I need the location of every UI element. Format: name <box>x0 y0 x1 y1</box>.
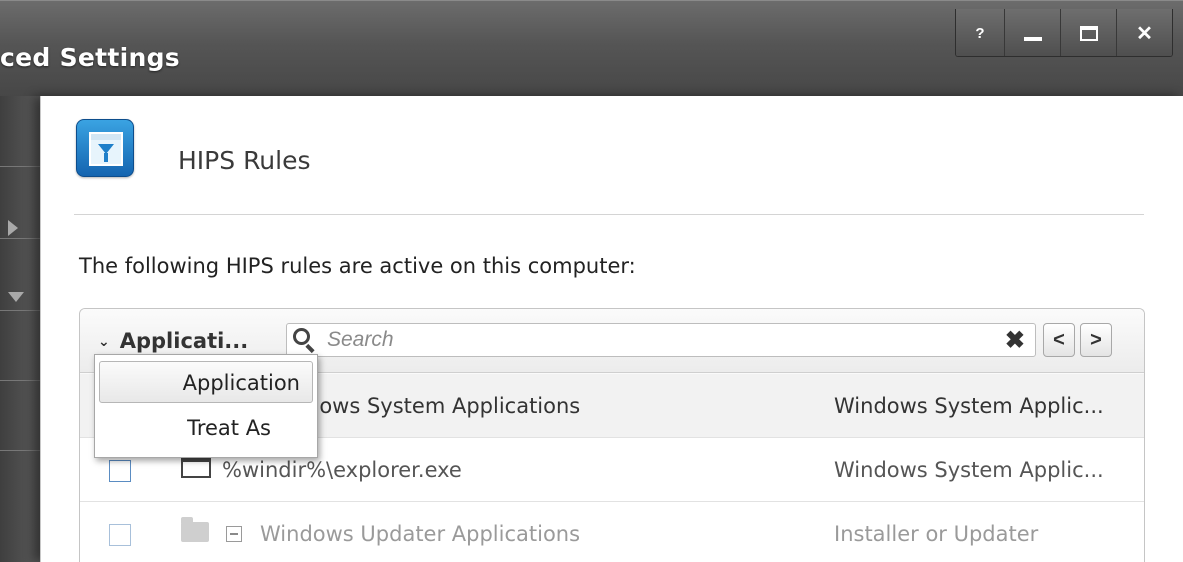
window-controls: ? ✕ <box>955 9 1173 57</box>
expand-arrow-icon[interactable] <box>8 220 18 236</box>
rule-name: %windir%\explorer.exe <box>222 458 462 482</box>
maximize-icon <box>1079 25 1098 41</box>
column-selector-label: Applicati... <box>119 329 249 353</box>
collapse-arrow-icon[interactable] <box>8 292 24 302</box>
minimize-button[interactable] <box>1004 9 1060 56</box>
left-navigation-strip <box>0 96 40 562</box>
rule-name: dows System Applications <box>306 394 581 418</box>
close-icon: ✕ <box>1136 22 1153 45</box>
nav-divider <box>0 450 40 451</box>
nav-divider <box>0 238 40 239</box>
search-placeholder: Search <box>327 328 394 351</box>
next-button[interactable]: > <box>1080 323 1112 357</box>
maximize-button[interactable] <box>1060 9 1116 56</box>
clear-search-icon[interactable]: ✖ <box>1005 326 1025 355</box>
search-icon <box>293 328 310 345</box>
window-title: ced Settings <box>0 43 180 72</box>
page-title: HIPS Rules <box>178 146 311 175</box>
previous-button[interactable]: < <box>1043 323 1075 357</box>
content-panel: HIPS Rules The following HIPS rules are … <box>40 96 1183 562</box>
chevron-left-icon: < <box>1053 328 1065 351</box>
rule-group: Windows System Applic... <box>834 394 1104 418</box>
rule-group: Installer or Updater <box>834 522 1039 546</box>
nav-divider <box>0 380 40 381</box>
folder-icon <box>181 517 209 542</box>
close-button[interactable]: ✕ <box>1116 9 1172 56</box>
menu-item-application[interactable]: Application <box>99 361 313 403</box>
rule-name: Windows Updater Applications <box>260 522 581 546</box>
header-divider <box>74 214 1144 215</box>
menu-item-treat-as[interactable]: Treat As <box>99 407 313 449</box>
nav-divider <box>0 166 40 167</box>
chevron-down-icon: ⌄ <box>98 334 110 350</box>
column-selector-dropdown[interactable]: ⌄ Applicati... <box>98 329 248 353</box>
column-selector-menu: Application Treat As <box>94 354 318 458</box>
row-checkbox[interactable] <box>109 524 131 546</box>
row-checkbox[interactable] <box>109 460 131 482</box>
search-input[interactable]: Search ✖ <box>286 323 1036 357</box>
hips-rules-icon <box>76 119 134 177</box>
application-icon <box>181 456 211 478</box>
rule-group: Windows System Applic... <box>834 458 1104 482</box>
help-icon: ? <box>975 24 985 42</box>
minimize-icon <box>1023 37 1042 41</box>
help-button[interactable]: ? <box>956 9 1004 56</box>
table-row[interactable]: Windows Updater Applications Installer o… <box>80 502 1144 562</box>
section-description: The following HIPS rules are active on t… <box>79 254 636 278</box>
nav-divider <box>0 310 40 311</box>
chevron-right-icon: > <box>1090 328 1102 351</box>
title-bar: ced Settings ? ✕ <box>0 0 1183 96</box>
collapse-group-icon[interactable] <box>226 526 242 542</box>
